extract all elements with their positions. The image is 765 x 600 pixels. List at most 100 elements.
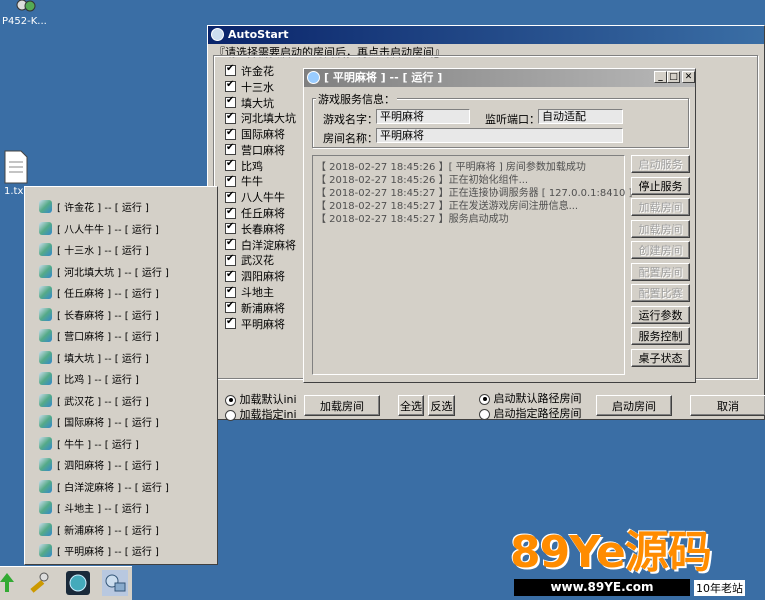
watermark-tag: 10年老站 [694, 580, 745, 596]
room-checkbox-item[interactable]: 新浦麻将 [225, 300, 305, 316]
checkbox[interactable] [225, 190, 236, 203]
room-checkbox-item[interactable]: 白洋淀麻将 [225, 237, 305, 253]
radio-specified-path[interactable]: 启动指定路径房间 [479, 405, 582, 421]
service-button[interactable]: 启动服务 [631, 155, 690, 173]
radio-circle[interactable] [225, 394, 236, 406]
checkbox[interactable] [225, 174, 236, 187]
load-room-button[interactable]: 加载房间 [304, 395, 380, 416]
desktop-icon-label: P452-K... [2, 16, 47, 27]
room-server-icon [39, 415, 52, 428]
room-server-icon [39, 522, 52, 536]
room-checkbox-item[interactable]: 河北填大坑 [225, 110, 305, 126]
checkbox[interactable] [225, 63, 236, 77]
popup-menu-item[interactable]: [ 河北填大坑 ] -- [ 运行 ] [39, 261, 169, 282]
room-checkbox-item[interactable]: 营口麻将 [225, 142, 305, 158]
service-button[interactable]: 配置房间 [631, 262, 690, 281]
checkbox[interactable] [225, 269, 236, 282]
popup-menu-item[interactable]: [ 营口麻将 ] -- [ 运行 ] [39, 325, 159, 346]
menu-item-label: [ 八人牛牛 ] -- [ 运行 ] [57, 224, 159, 236]
room-checkbox-item[interactable]: 国际麻将 [225, 126, 305, 142]
cancel-button[interactable]: 取消 [690, 395, 765, 416]
checkbox[interactable] [225, 111, 236, 124]
menu-item-label: [ 武汉花 ] -- [ 运行 ] [57, 396, 149, 408]
room-checkbox-item[interactable]: 武汉花 [225, 253, 305, 269]
checkbox[interactable] [225, 316, 236, 330]
recycle-icon[interactable] [0, 570, 20, 596]
start-room-button[interactable]: 启动房间 [596, 395, 672, 416]
radio-load-specified[interactable]: 加载指定ini [225, 406, 297, 422]
popup-menu-item[interactable]: [ 长春麻将 ] -- [ 运行 ] [39, 304, 159, 325]
window-titlebar[interactable]: AutoStart [208, 26, 764, 44]
checkbox[interactable] [225, 142, 236, 156]
room-checkbox-item[interactable]: 斗地主 [225, 284, 305, 300]
log-line: 【 2018-02-27 18:45:27 】正在连接协调服务器 [ 127.0… [316, 188, 633, 199]
checkbox[interactable] [225, 127, 236, 140]
checkbox[interactable] [225, 237, 236, 251]
checkbox[interactable] [225, 253, 236, 266]
room-checkbox-item[interactable]: 比鸡 [225, 158, 305, 174]
network-service-icon[interactable] [102, 570, 128, 596]
popup-menu-item[interactable]: [ 任丘麻将 ] -- [ 运行 ] [39, 282, 159, 303]
checkbox[interactable] [225, 300, 236, 314]
room-checkbox-item[interactable]: 泗阳麻将 [225, 268, 305, 284]
popup-menu-item[interactable]: [ 国际麻将 ] -- [ 运行 ] [39, 411, 159, 432]
service-button[interactable]: 停止服务 [631, 176, 690, 195]
room-checkbox-item[interactable]: 长春麻将 [225, 221, 305, 237]
checkbox[interactable] [225, 206, 236, 219]
select-all-button[interactable]: 全选 [398, 395, 424, 416]
service-button[interactable]: 配置比赛 [631, 284, 690, 302]
room-checkbox-item[interactable]: 任丘麻将 [225, 205, 305, 221]
checkbox[interactable] [225, 158, 236, 172]
radio-circle[interactable] [479, 408, 490, 420]
room-server-icon [39, 501, 52, 514]
maximize-button[interactable]: □ [667, 71, 680, 83]
room-label: 新浦麻将 [241, 301, 285, 315]
service-log[interactable]: 【 2018-02-27 18:45:26 】[ 平明麻将 ] 房间参数加载成功… [312, 155, 633, 375]
popup-menu-item[interactable]: [ 白洋淀麻将 ] -- [ 运行 ] [39, 476, 169, 497]
checkbox[interactable] [225, 285, 236, 298]
window-titlebar[interactable]: [ 平明麻将 ] -- [ 运行 ] _ □ ✕ [304, 69, 695, 87]
service-button[interactable]: 创建房间 [631, 241, 690, 259]
tools-icon[interactable] [26, 570, 52, 596]
game-name-field: 平明麻将 [376, 109, 470, 124]
room-checkbox-item[interactable]: 十三水 [225, 79, 305, 95]
room-checkbox-item[interactable]: 牛牛 [225, 174, 305, 190]
popup-menu-item[interactable]: [ 新浦麻将 ] -- [ 运行 ] [39, 519, 159, 540]
room-checkbox-item[interactable]: 平明麻将 [225, 316, 305, 332]
checkbox[interactable] [225, 95, 236, 108]
minimize-button[interactable]: _ [654, 71, 667, 83]
game-name-label: 游戏名字： [323, 113, 378, 126]
popup-menu-item[interactable]: [ 十三水 ] -- [ 运行 ] [39, 239, 149, 260]
room-checkbox-item[interactable]: 许金花 [225, 63, 305, 79]
invert-selection-button[interactable]: 反选 [428, 395, 455, 416]
radio-circle[interactable] [225, 409, 236, 421]
popup-menu-item[interactable]: [ 填大坑 ] -- [ 运行 ] [39, 347, 149, 368]
popup-menu-item[interactable]: [ 泗阳麻将 ] -- [ 运行 ] [39, 454, 159, 475]
service-button[interactable]: 桌子状态 [631, 348, 690, 367]
close-button[interactable]: ✕ [682, 71, 695, 83]
popup-menu-item[interactable]: [ 许金花 ] -- [ 运行 ] [39, 196, 149, 217]
desktop-icon-textfile[interactable] [3, 150, 29, 184]
game-service-icon[interactable] [65, 570, 91, 596]
service-button[interactable]: 服务控制 [631, 327, 690, 345]
service-button[interactable]: 加载房间 [631, 219, 690, 238]
room-checkbox-item[interactable]: 八人牛牛 [225, 189, 305, 205]
popup-menu-item[interactable]: [ 平明麻将 ] -- [ 运行 ] [39, 540, 159, 561]
service-button[interactable]: 运行参数 [631, 305, 690, 324]
checkbox[interactable] [225, 79, 236, 93]
popup-menu-item[interactable]: [ 八人牛牛 ] -- [ 运行 ] [39, 218, 159, 239]
radio-load-default[interactable]: 加载默认ini [225, 391, 297, 407]
popup-menu-item[interactable]: [ 武汉花 ] -- [ 运行 ] [39, 390, 149, 411]
checkbox[interactable] [225, 221, 236, 235]
room-checkbox-item[interactable]: 填大坑 [225, 95, 305, 111]
popup-menu-item[interactable]: [ 斗地主 ] -- [ 运行 ] [39, 497, 149, 518]
menu-item-label: [ 许金花 ] -- [ 运行 ] [57, 203, 149, 214]
radio-circle[interactable] [479, 393, 490, 405]
service-button[interactable]: 加载房间 [631, 198, 690, 216]
room-name-label: 房间名称： [323, 132, 378, 145]
radio-default-path[interactable]: 启动默认路径房间 [479, 390, 582, 406]
popup-menu-item[interactable]: [ 比鸡 ] -- [ 运行 ] [39, 368, 139, 389]
room-server-icon [39, 221, 52, 235]
popup-menu-item[interactable]: [ 牛牛 ] -- [ 运行 ] [39, 433, 139, 454]
radio-label: 加载指定ini [239, 408, 297, 421]
